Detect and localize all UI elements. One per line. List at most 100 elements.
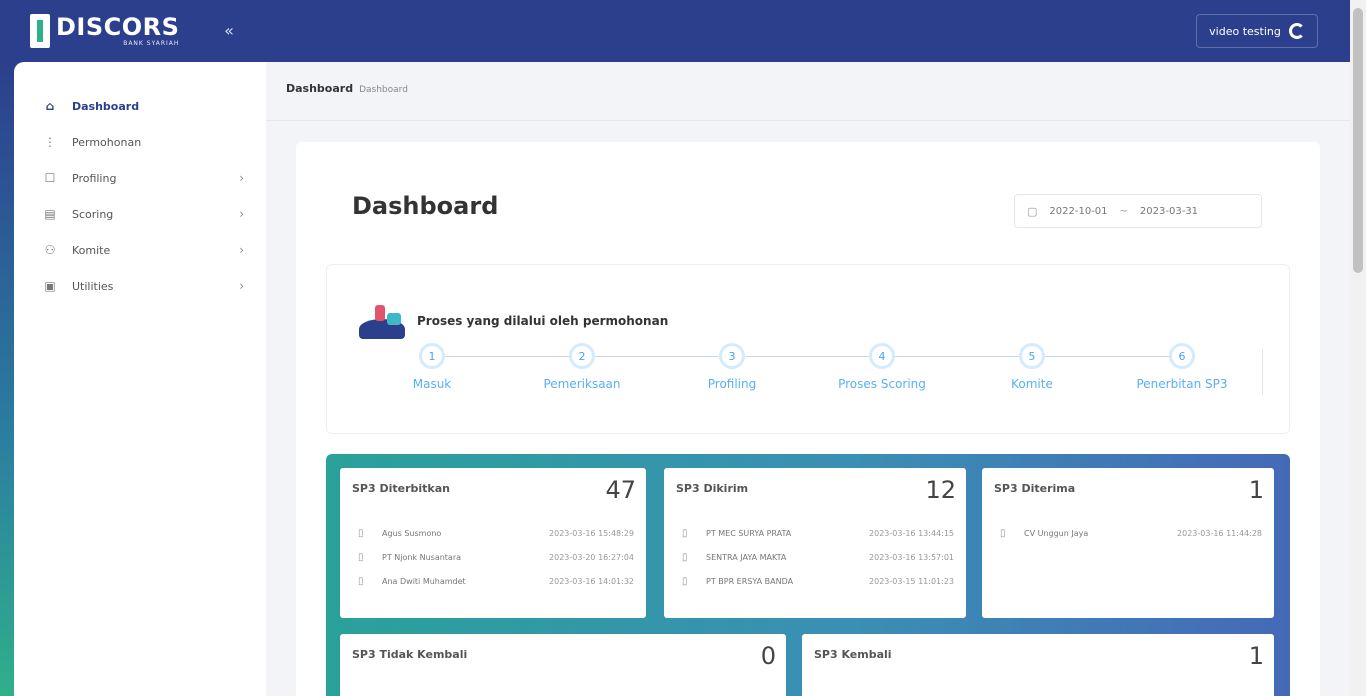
list-item-name: Agus Susmono: [382, 528, 442, 538]
step-number: 5: [1019, 343, 1045, 369]
logo-title: DISCORS: [56, 13, 180, 41]
step-number: 3: [719, 343, 745, 369]
process-step: 6 Penerbitan SP3: [1117, 343, 1247, 391]
stat-count: 1: [1248, 642, 1264, 670]
stat-count: 12: [925, 476, 956, 504]
breadcrumb-sub[interactable]: Dashboard: [359, 85, 408, 95]
list-item[interactable]: ▯ Ana Dwiti Muhamdet 2023-03-16 14:01:32: [352, 569, 634, 593]
sidebar-item-label: Dashboard: [72, 99, 140, 113]
list-item-date: 2023-03-15 11:01:23: [869, 576, 954, 586]
home-icon: ⌂: [45, 99, 55, 113]
sidebar-item-profiling[interactable]: ☐ Profiling ›: [14, 160, 266, 196]
chart-icon: ▤: [44, 207, 56, 221]
list-item-date: 2023-03-16 15:48:29: [549, 528, 634, 538]
stats-panel: SP3 Diterbitkan 47 ▯ Agus Susmono 2023-03-…: [326, 454, 1290, 696]
document-icon: ▯: [682, 551, 688, 563]
document-icon: ▯: [358, 575, 364, 587]
step-number: 6: [1169, 343, 1195, 369]
list-item-date: 2023-03-16 11:44:28: [1177, 528, 1262, 538]
process-step: 1 Masuk: [367, 343, 497, 391]
tools-icon: ▣: [44, 279, 56, 293]
process-steps: 1 Masuk 2 Pemeriksaan 3 Profiling 4 Proses Scor…: [377, 343, 1257, 403]
list-item[interactable]: ▯ PT BPR ERSYA BANDA 2023-03-15 11:01:23: [676, 569, 954, 593]
step-label: Komite: [1011, 377, 1053, 391]
list-item-date: 2023-03-20 16:27:04: [549, 552, 634, 562]
process-title: Proses yang dilalui oleh permohonan: [417, 314, 669, 328]
process-step: 2 Pemeriksaan: [517, 343, 647, 391]
stat-count: 0: [760, 642, 776, 670]
list-item-name: SENTRA JAYA MAKTA: [706, 552, 787, 562]
calendar-icon: ▢: [1027, 204, 1038, 218]
stat-card-diterbitkan[interactable]: SP3 Diterbitkan 47 ▯ Agus Susmono 2023-03-…: [340, 468, 646, 618]
stat-count: 47: [605, 476, 636, 504]
dashboard-card: Dashboard ▢ 2022-10-01 ~ 2023-03-31 Pros…: [296, 142, 1320, 696]
stat-card-tidak-kembali[interactable]: SP3 Tidak Kembali 0: [340, 634, 786, 696]
breadcrumb: Dashboard Dashboard: [286, 82, 408, 95]
user-name: video testing: [1209, 24, 1281, 38]
sidebar-accent-strip: [0, 62, 14, 696]
stat-card-kembali[interactable]: SP3 Kembali 1: [802, 634, 1274, 696]
list-item[interactable]: ▯ SENTRA JAYA MAKTA 2023-03-16 13:57:01: [676, 545, 954, 569]
breadcrumb-current: Dashboard: [286, 82, 354, 95]
app-logo[interactable]: DISCORS BANK SYARIAH: [30, 13, 180, 49]
user-menu-button[interactable]: video testing: [1196, 14, 1318, 48]
sidebar-item-label: Permohonan: [72, 135, 142, 149]
list-item-date: 2023-03-16 14:01:32: [549, 576, 634, 586]
collapse-sidebar-button[interactable]: «: [220, 21, 238, 41]
stat-card-dikirim[interactable]: SP3 Dikirim 12 ▯ PT MEC SURYA PRATA 2023-0…: [664, 468, 966, 618]
sidebar-item-komite[interactable]: ⚇ Komite ›: [14, 232, 266, 268]
date-start[interactable]: 2022-10-01: [1049, 206, 1107, 217]
chevron-right-icon: ›: [239, 243, 244, 257]
sidebar-item-label: Profiling: [72, 171, 117, 185]
sidebar-item-label: Scoring: [72, 207, 114, 221]
sidebar-item-scoring[interactable]: ▤ Scoring ›: [14, 196, 266, 232]
main-content: Dashboard Dashboard Dashboard ▢ 2022-10-…: [266, 62, 1350, 696]
chevron-right-icon: ›: [239, 279, 244, 293]
logo-subtitle: BANK SYARIAH: [123, 40, 180, 47]
user-avatar-icon: [1288, 23, 1305, 39]
list-item-name: PT Njonk Nusantara: [382, 552, 462, 562]
sidebar-item-permohonan[interactable]: ⋮ Permohonan: [14, 124, 266, 160]
doc-icon: ⋮: [44, 135, 56, 149]
sidebar-item-dashboard[interactable]: ⌂ Dashboard: [14, 88, 266, 124]
page-scrollbar[interactable]: [1350, 0, 1366, 696]
process-step: 3 Profiling: [667, 343, 797, 391]
scrollbar-thumb[interactable]: [1353, 8, 1363, 273]
list-item-name: CV Unggun Jaya: [1024, 528, 1089, 538]
date-separator: ~: [1119, 205, 1128, 217]
step-number: 2: [569, 343, 595, 369]
logo-mark-icon: [30, 14, 50, 48]
list-item[interactable]: ▯ PT MEC SURYA PRATA 2023-03-16 13:44:15: [676, 521, 954, 545]
date-range-picker[interactable]: ▢ 2022-10-01 ~ 2023-03-31: [1014, 194, 1262, 228]
stat-title: SP3 Dikirim: [676, 482, 749, 495]
document-icon: ▯: [682, 527, 688, 539]
step-label: Profiling: [707, 377, 757, 391]
document-icon: ▯: [682, 575, 688, 587]
list-item[interactable]: ▯ PT Njonk Nusantara 2023-03-20 16:27:04: [352, 545, 634, 569]
list-item-name: PT MEC SURYA PRATA: [706, 528, 792, 538]
list-item-name: Ana Dwiti Muhamdet: [382, 576, 466, 586]
stat-title: SP3 Diterima: [994, 482, 1076, 495]
page-title: Dashboard: [352, 192, 499, 220]
list-item-date: 2023-03-16 13:44:15: [869, 528, 954, 538]
stat-title: SP3 Tidak Kembali: [352, 648, 468, 661]
step-number: 4: [869, 343, 895, 369]
user-icon: ⚇: [44, 243, 56, 257]
list-item[interactable]: ▯ CV Unggun Jaya 2023-03-16 11:44:28: [994, 521, 1262, 545]
stat-card-diterima[interactable]: SP3 Diterima 1 ▯ CV Unggun Jaya 2023-03-16…: [982, 468, 1274, 618]
step-label: Penerbitan SP3: [1136, 377, 1228, 391]
document-icon: ▯: [358, 551, 364, 563]
steps-divider: [1262, 349, 1263, 395]
stat-count: 1: [1248, 476, 1264, 504]
step-label: Pemeriksaan: [543, 377, 621, 391]
list-item[interactable]: ▯ Agus Susmono 2023-03-16 15:48:29: [352, 521, 634, 545]
stat-title: SP3 Diterbitkan: [352, 482, 450, 495]
sidebar-item-utilities[interactable]: ▣ Utilities ›: [14, 268, 266, 304]
date-end[interactable]: 2023-03-31: [1140, 206, 1198, 217]
step-label: Proses Scoring: [838, 377, 926, 391]
top-navbar: DISCORS BANK SYARIAH « video testing: [0, 0, 1350, 62]
step-number: 1: [419, 343, 445, 369]
process-illustration-icon: [357, 299, 407, 343]
sidebar-item-label: Utilities: [72, 279, 114, 293]
profile-icon: ☐: [44, 171, 56, 185]
